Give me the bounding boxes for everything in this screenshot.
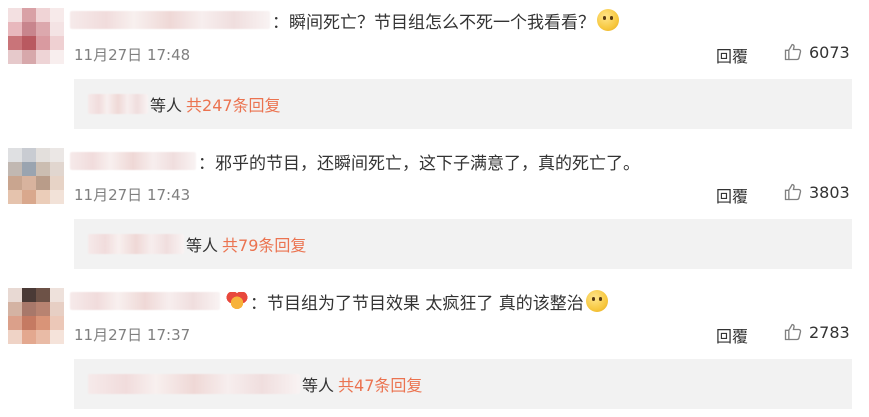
comment-text-line: ：节目组为了节目效果 太疯狂了 真的该整治	[70, 286, 608, 316]
like-button[interactable]: 2783	[783, 322, 850, 342]
username-blurred[interactable]	[70, 152, 196, 170]
sub-reply-total-link[interactable]: 共247条回复	[186, 92, 281, 116]
thumbs-up-icon	[784, 183, 802, 201]
comment-text: ：邪乎的节目，还瞬间死亡，这下子满意了，真的死亡了。	[198, 153, 640, 174]
reply-button[interactable]: 回覆	[716, 43, 748, 67]
sub-reply-box[interactable]: 等人 共247条回复	[74, 79, 852, 129]
comment-text: ：瞬间死亡？节目组怎么不死一个我看看？	[272, 12, 595, 33]
like-count: 6073	[809, 42, 850, 62]
comment-time: 11月27日 17:37	[74, 326, 191, 344]
avatar[interactable]	[8, 288, 64, 344]
sub-reply-total-link[interactable]: 共79条回复	[222, 232, 306, 256]
username-blurred[interactable]	[70, 292, 220, 310]
username-blurred[interactable]	[70, 11, 270, 29]
comment-time: 11月27日 17:48	[74, 46, 191, 64]
reply-button[interactable]: 回覆	[716, 183, 748, 207]
comment-text-line: ：瞬间死亡？节目组怎么不死一个我看看？	[70, 5, 619, 35]
like-button[interactable]: 3803	[783, 182, 850, 202]
surprised-face-emoji	[597, 9, 619, 31]
comment-text: ：节目组为了节目效果 太疯狂了 真的该整治	[250, 293, 584, 314]
sub-reply-box[interactable]: 等人 共79条回复	[74, 219, 852, 269]
sub-reply-prefix: 等人	[302, 376, 335, 395]
like-count: 2783	[809, 322, 850, 342]
like-button[interactable]: 6073	[783, 42, 850, 62]
comment-text-line: ：邪乎的节目，还瞬间死亡，这下子满意了，真的死亡了。	[70, 146, 640, 176]
avatar[interactable]	[8, 148, 64, 204]
thumbs-up-icon	[784, 323, 802, 341]
sub-reply-prefix: 等人	[150, 96, 183, 115]
sub-reply-username-blurred[interactable]	[88, 374, 300, 394]
like-count: 3803	[809, 182, 850, 202]
thinking-face-emoji	[585, 290, 608, 312]
sub-reply-box[interactable]: 等人 共47条回复	[74, 359, 852, 409]
sub-reply-username-blurred[interactable]	[88, 94, 148, 114]
comment-time: 11月27日 17:43	[74, 186, 191, 204]
avatar[interactable]	[8, 8, 64, 64]
thumbs-up-icon	[784, 43, 802, 61]
heart-eyes-badge-icon	[226, 292, 248, 310]
sub-reply-total-link[interactable]: 共47条回复	[338, 372, 422, 396]
sub-reply-prefix: 等人	[186, 236, 219, 255]
reply-button[interactable]: 回覆	[716, 323, 748, 347]
sub-reply-username-blurred[interactable]	[88, 234, 184, 254]
